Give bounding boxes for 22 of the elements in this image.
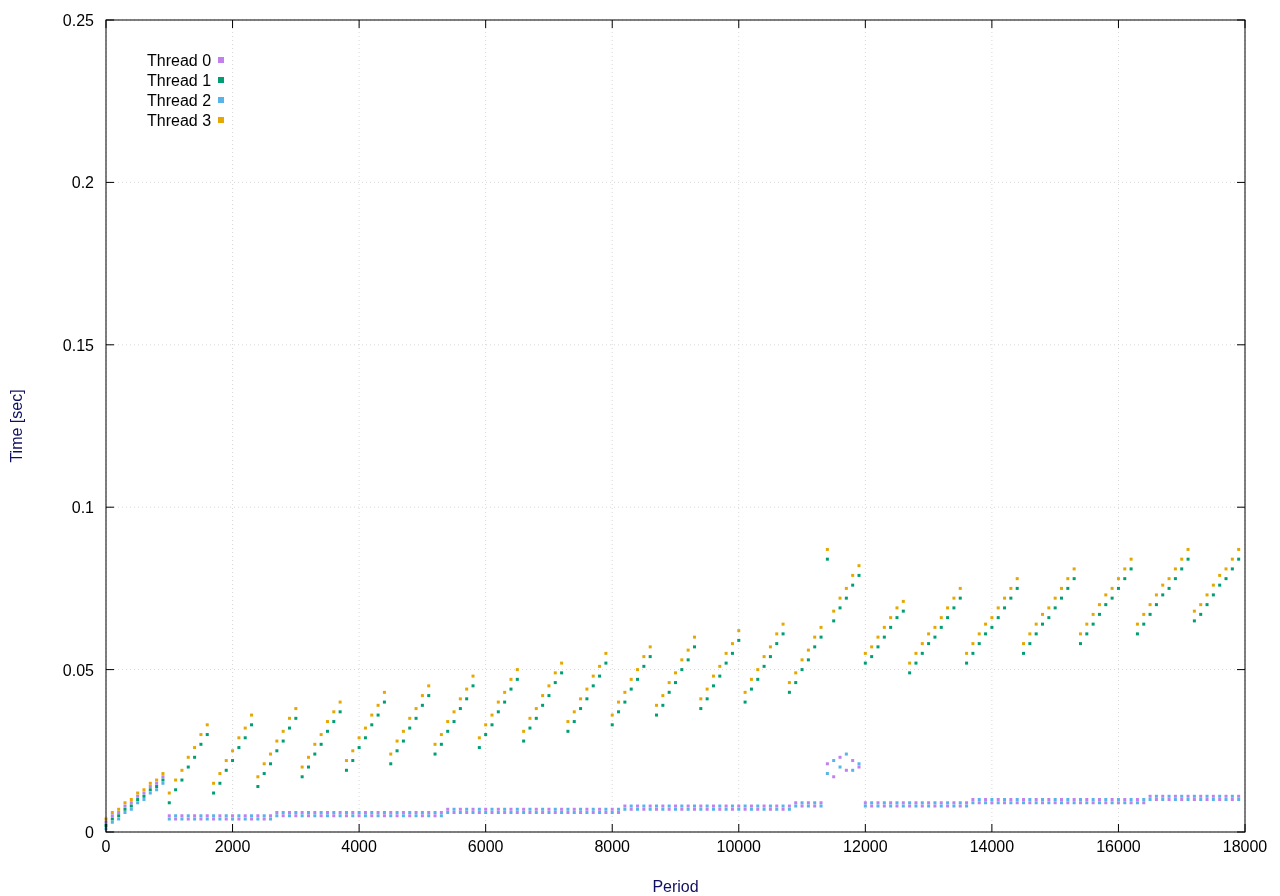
legend-label: Thread 3 bbox=[147, 112, 212, 129]
x-tick-label: 10000 bbox=[716, 838, 762, 855]
y-tick-label: 0.1 bbox=[71, 499, 94, 517]
x-tick-label: 2000 bbox=[214, 838, 251, 855]
x-tick-label: 4000 bbox=[341, 838, 377, 855]
x-tick-label: 18000 bbox=[1222, 838, 1268, 855]
x-axis-label: Period bbox=[652, 878, 699, 895]
legend-label: Thread 0 bbox=[147, 52, 212, 69]
y-axis-label: Time [sec] bbox=[8, 389, 25, 463]
y-tick-label: 0 bbox=[85, 824, 94, 841]
y-tick-label: 0.25 bbox=[62, 12, 94, 29]
x-tick-label: 16000 bbox=[1096, 838, 1141, 855]
x-tick-label: 12000 bbox=[843, 838, 888, 855]
x-tick-label: 6000 bbox=[467, 838, 504, 855]
x-tick-label: 14000 bbox=[969, 838, 1015, 855]
legend-label: Thread 1 bbox=[147, 72, 212, 89]
y-tick-label: 0.15 bbox=[62, 336, 94, 354]
y-tick-label: 0.2 bbox=[71, 174, 94, 192]
x-tick-label: 0 bbox=[101, 838, 111, 855]
y-tick-label: 0.05 bbox=[62, 661, 94, 679]
legend-label: Thread 2 bbox=[147, 92, 212, 109]
x-tick-label: 8000 bbox=[594, 838, 630, 855]
